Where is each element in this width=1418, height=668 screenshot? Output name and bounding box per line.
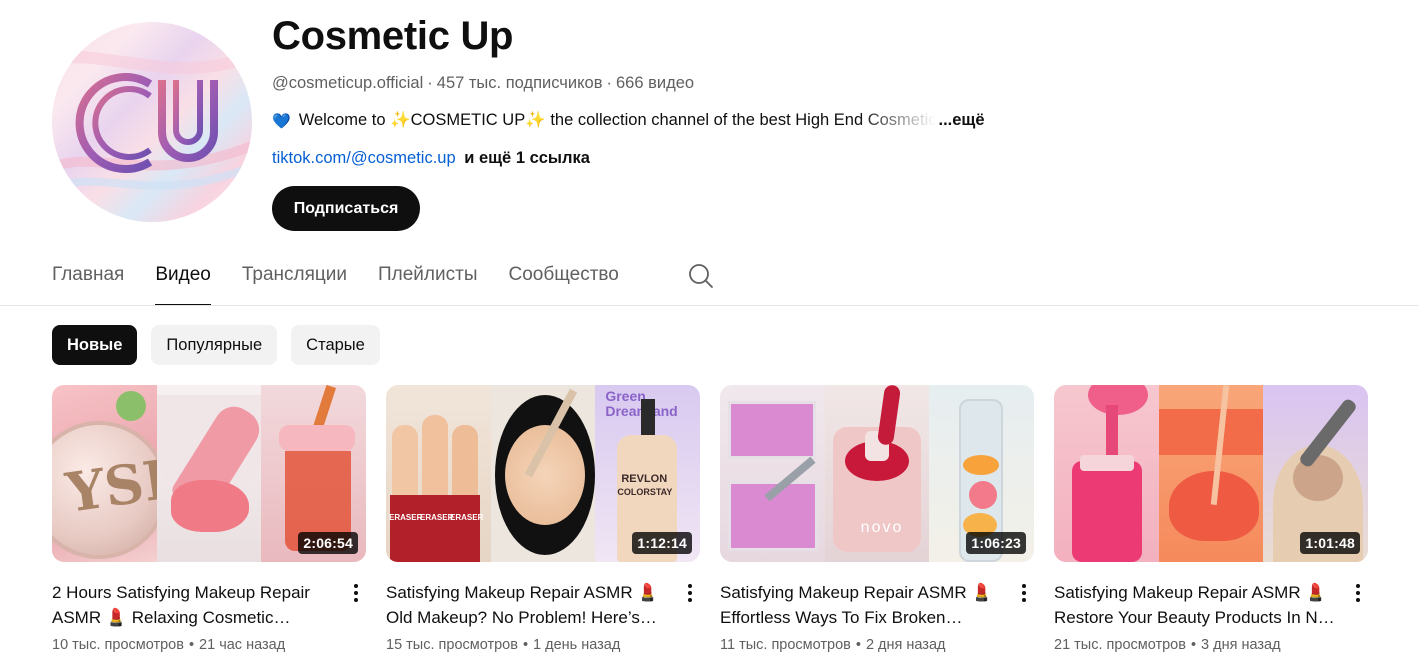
- video-duration: 1:06:23: [966, 532, 1026, 554]
- channel-title: Cosmetic Up: [272, 14, 514, 58]
- more-vert-icon[interactable]: [346, 581, 366, 605]
- channel-logo: [52, 49, 252, 193]
- thumbnail-panel: [1158, 385, 1264, 562]
- view-count: 15 тыс. просмотров: [386, 637, 518, 653]
- video-duration: 2:06:54: [298, 532, 358, 554]
- more-vert-icon[interactable]: [680, 581, 700, 605]
- video-card: novo 1:06:23 Satisfying Makeup Repair AS…: [720, 385, 1034, 653]
- search-icon[interactable]: [688, 263, 714, 289]
- subscriber-count: 457 тыс. подписчиков: [436, 74, 603, 92]
- channel-tabs: Главная Видео Трансляции Плейлисты Сообщ…: [52, 256, 650, 306]
- thumbnail-brand: REVLON: [621, 473, 668, 485]
- meta-separator: ·: [427, 74, 433, 92]
- video-card: YSL 2:06:54 2 Hours Satisfying Makeup Re…: [52, 385, 366, 653]
- blue-heart-icon: 💙: [272, 112, 291, 130]
- upload-age: 2 дня назад: [865, 637, 946, 653]
- thumbnail-brand: ERASER: [450, 513, 484, 522]
- thumbnail-panel: [1054, 385, 1159, 562]
- stats-separator: •: [855, 637, 861, 653]
- thumbnail-panel: [156, 385, 262, 562]
- view-count: 10 тыс. просмотров: [52, 637, 184, 653]
- channel-links: tiktok.com/@cosmetic.up и ещё 1 ссылка: [272, 149, 590, 168]
- chip-newest[interactable]: Новые: [52, 325, 138, 365]
- video-thumbnail[interactable]: YSL 2:06:54: [52, 385, 366, 562]
- video-count: 666 видео: [615, 74, 695, 92]
- upload-age: 3 дня назад: [1201, 637, 1281, 653]
- video-title[interactable]: Satisfying Makeup Repair ASMR 💄 Restore …: [1054, 580, 1336, 630]
- more-vert-icon[interactable]: [1348, 581, 1368, 605]
- chip-oldest[interactable]: Старые: [291, 325, 380, 365]
- view-count: 21 тыс. просмотров: [1054, 637, 1186, 653]
- channel-handle: @cosmeticup.official: [272, 74, 424, 92]
- video-title[interactable]: Satisfying Makeup Repair ASMR 💄 Effortle…: [720, 580, 1002, 630]
- thumbnail-panel: YSL: [52, 385, 157, 562]
- description-more-link[interactable]: ...ещё: [938, 111, 984, 130]
- tab-live[interactable]: Трансляции: [242, 256, 347, 306]
- video-card: 1:01:48 Satisfying Makeup Repair ASMR 💄 …: [1054, 385, 1368, 653]
- video-stats: 11 тыс. просмотров • 2 дня назад: [720, 637, 1034, 653]
- thumbnail-brand: COLORSTAY: [617, 487, 673, 497]
- stats-separator: •: [522, 637, 529, 653]
- thumbnail-panel: novo: [824, 385, 930, 562]
- video-thumbnail[interactable]: 1:01:48: [1054, 385, 1368, 562]
- sort-chips: Новые Популярные Старые: [52, 325, 380, 365]
- video-card: ERASER ERASER ERASER Green Dreamland REV…: [386, 385, 700, 653]
- stats-separator: •: [1190, 637, 1197, 653]
- thumbnail-brand: ERASER: [420, 513, 454, 522]
- more-vert-icon[interactable]: [1014, 581, 1034, 605]
- tab-community[interactable]: Сообщество: [508, 256, 618, 306]
- thumbnail-panel: ERASER ERASER ERASER: [386, 385, 491, 562]
- video-title[interactable]: Satisfying Makeup Repair ASMR 💄 Old Make…: [386, 580, 668, 630]
- upload-age: 21 час назад: [199, 637, 286, 653]
- video-stats: 15 тыс. просмотров • 1 день назад: [386, 637, 700, 653]
- video-duration: 1:12:14: [632, 532, 692, 554]
- stats-separator: •: [188, 637, 195, 653]
- tabs-divider: [0, 305, 1418, 306]
- channel-meta: @cosmeticup.official · 457 тыс. подписчико…: [272, 74, 694, 93]
- description-text: Welcome to ✨COSMETIC UP✨ the collection …: [298, 111, 937, 129]
- tab-videos[interactable]: Видео: [155, 256, 211, 306]
- video-stats: 10 тыс. просмотров • 21 час назад: [52, 637, 366, 653]
- video-grid: YSL 2:06:54 2 Hours Satisfying Makeup Re…: [52, 385, 1368, 653]
- more-links-button[interactable]: и ещё 1 ссылка: [464, 149, 590, 167]
- thumbnail-panel: [720, 385, 825, 562]
- video-thumbnail[interactable]: ERASER ERASER ERASER Green Dreamland REV…: [386, 385, 700, 562]
- video-stats: 21 тыс. просмотров • 3 дня назад: [1054, 637, 1368, 653]
- channel-description[interactable]: 💙 Welcome to ✨COSMETIC UP✨ the collectio…: [272, 111, 985, 130]
- thumbnail-brand: novo: [860, 519, 904, 536]
- channel-avatar[interactable]: [52, 22, 252, 222]
- chip-popular[interactable]: Популярные: [151, 325, 278, 365]
- video-thumbnail[interactable]: novo 1:06:23: [720, 385, 1034, 562]
- upload-age: 1 день назад: [533, 637, 621, 653]
- video-title[interactable]: 2 Hours Satisfying Makeup Repair ASMR 💄 …: [52, 580, 334, 630]
- tab-playlists[interactable]: Плейлисты: [378, 256, 477, 306]
- tab-home[interactable]: Главная: [52, 256, 124, 306]
- thumbnail-panel: [490, 385, 596, 562]
- subscribe-button[interactable]: Подписаться: [272, 186, 420, 231]
- meta-separator: ·: [606, 74, 612, 92]
- video-duration: 1:01:48: [1300, 532, 1360, 554]
- tiktok-link[interactable]: tiktok.com/@cosmetic.up: [272, 149, 456, 167]
- view-count: 11 тыс. просмотров: [720, 637, 851, 653]
- thumbnail-brand: ERASER: [389, 513, 423, 522]
